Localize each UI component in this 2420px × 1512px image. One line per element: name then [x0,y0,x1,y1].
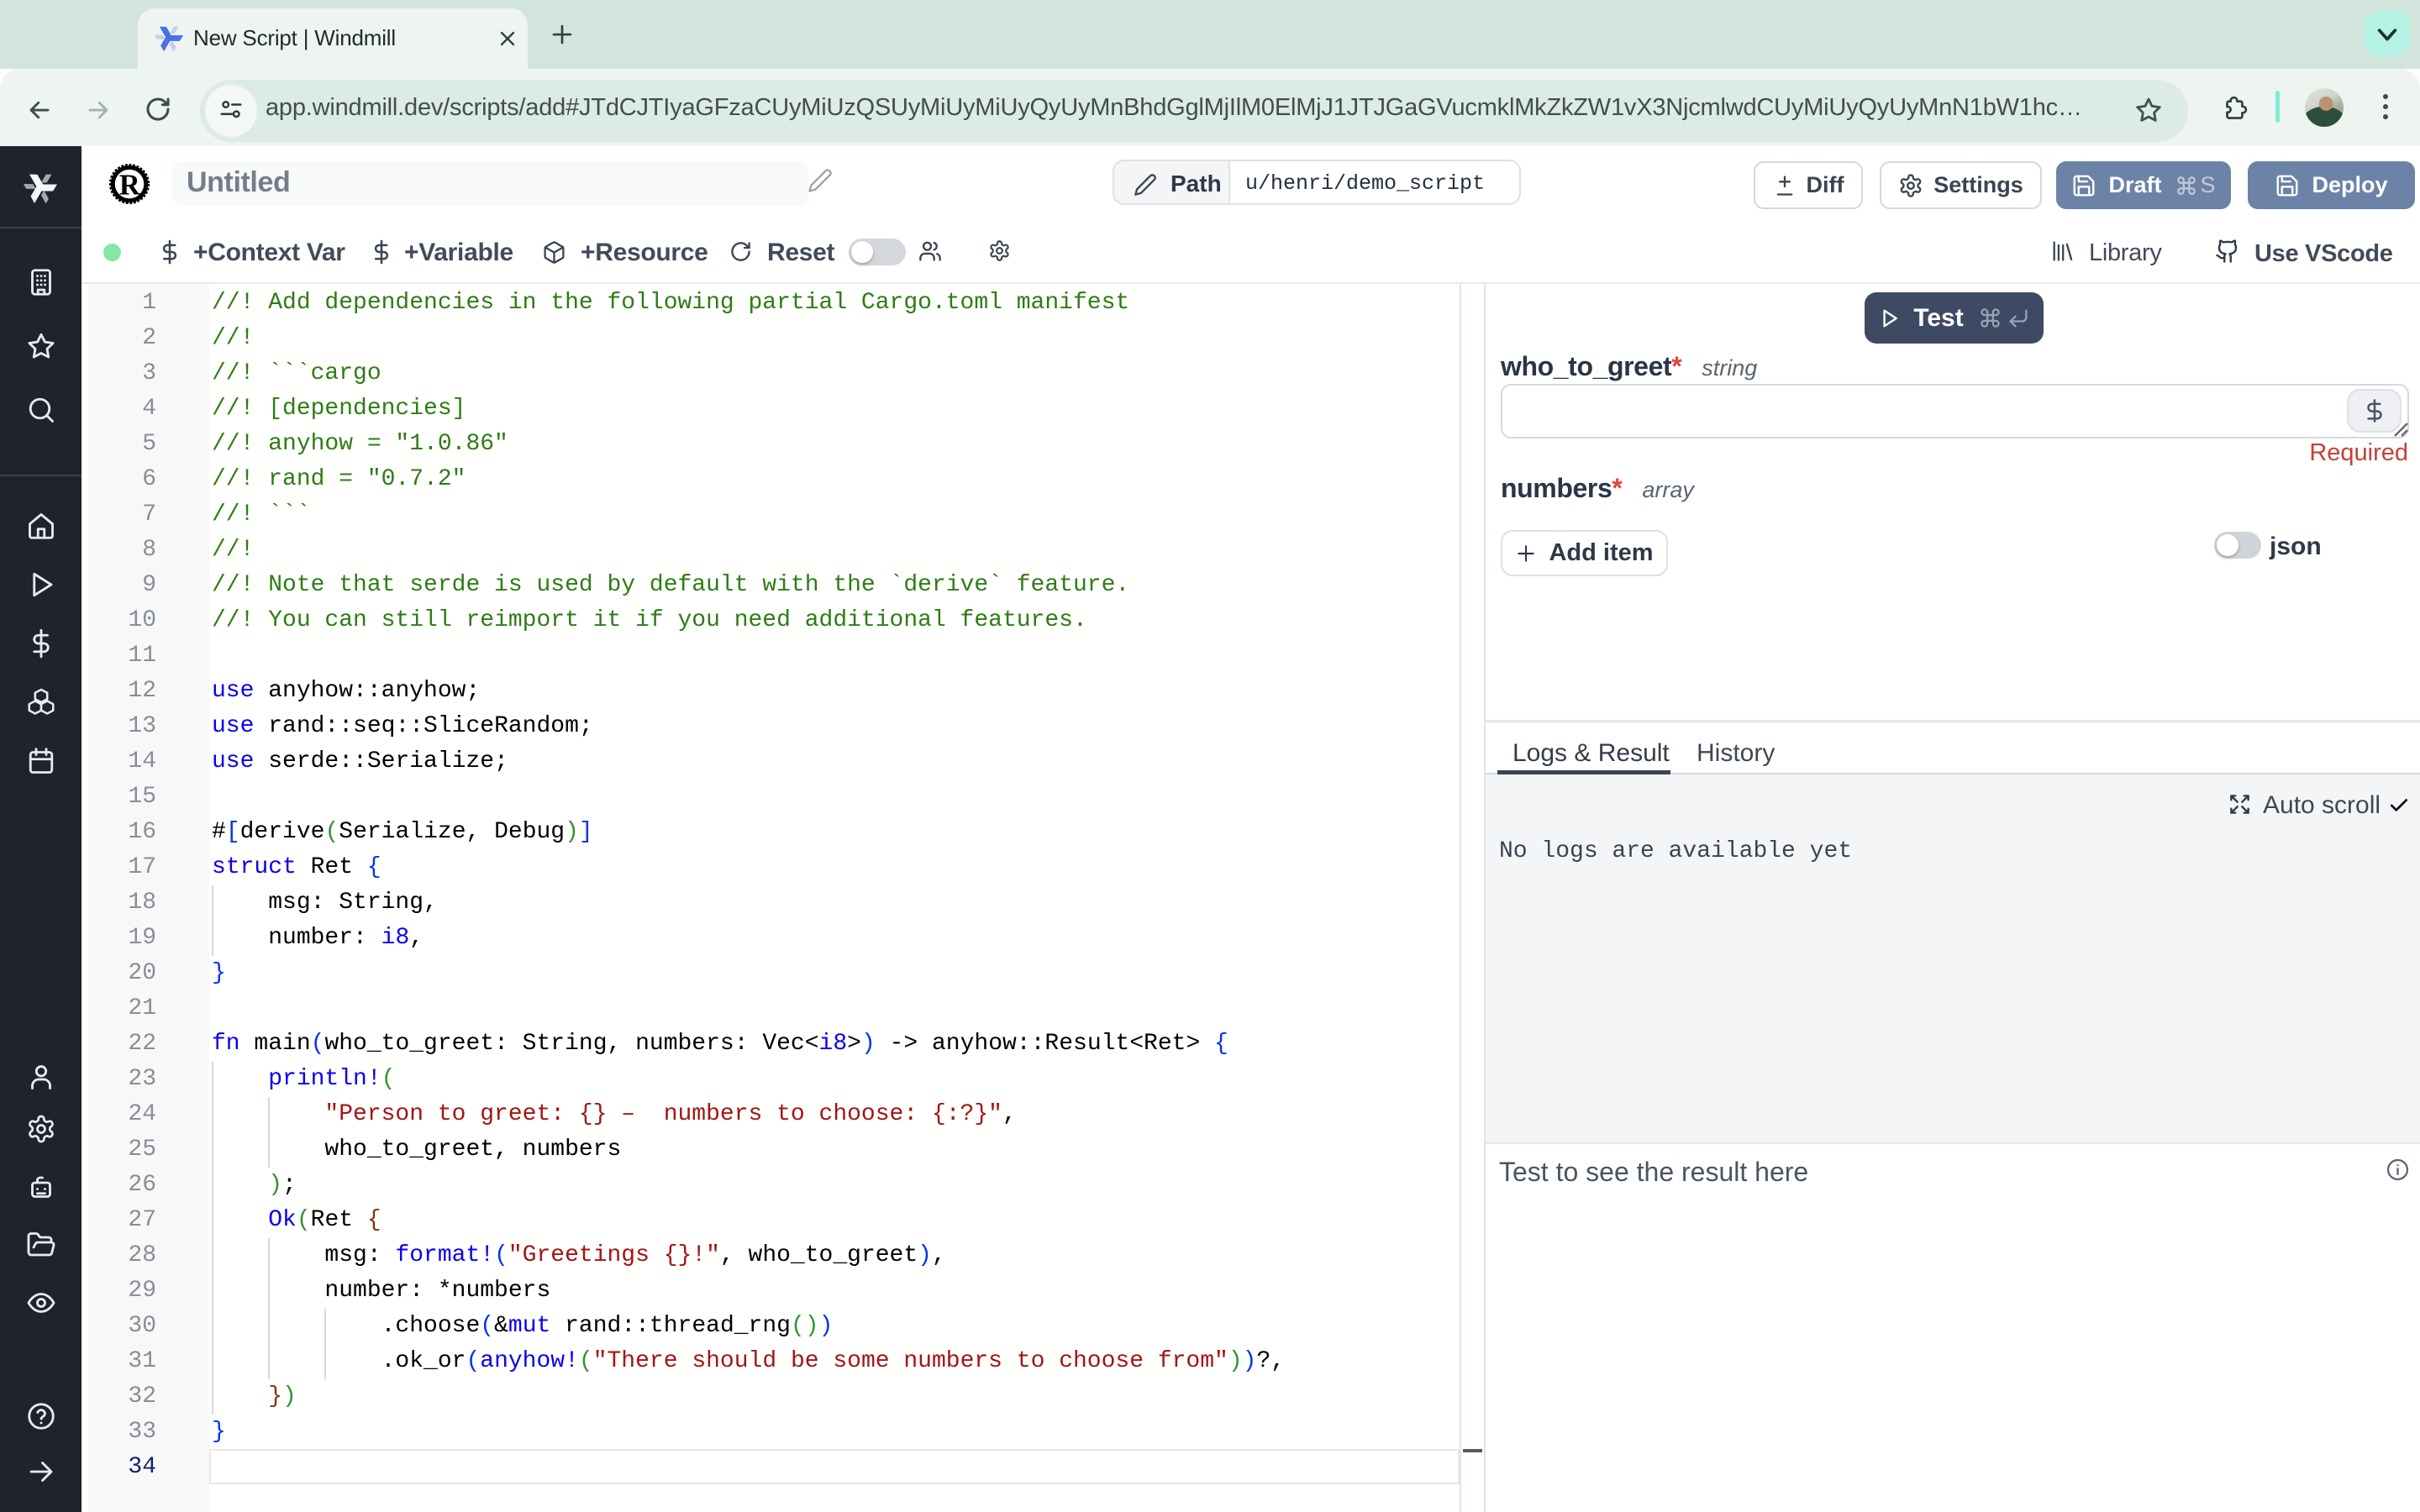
svg-text:R: R [119,170,141,202]
